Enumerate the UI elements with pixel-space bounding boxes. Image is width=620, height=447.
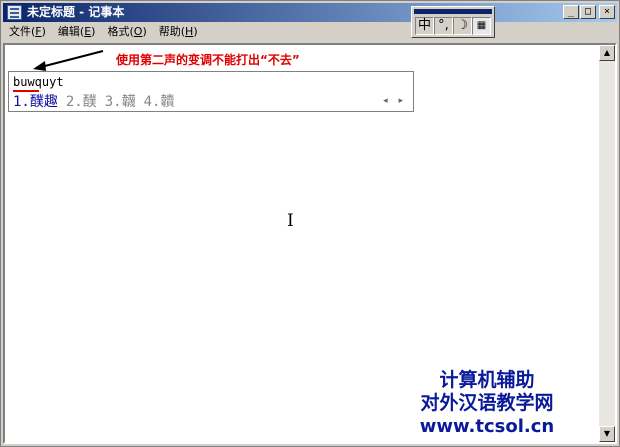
candidate-item-3[interactable]: 3.韤 bbox=[105, 93, 136, 111]
scroll-down-arrow-icon[interactable]: ▼ bbox=[599, 426, 615, 442]
watermark-line-1: 计算机辅助 bbox=[439, 369, 535, 391]
scroll-up-arrow-icon[interactable]: ▲ bbox=[599, 45, 615, 61]
menu-format-accel: O bbox=[133, 25, 143, 38]
composition-string: buwquyt bbox=[13, 75, 64, 89]
candidate-item-1[interactable]: 1.醭趣 bbox=[13, 93, 58, 111]
minimize-button[interactable]: _ bbox=[563, 5, 579, 19]
menu-file-label: 文件 bbox=[9, 25, 31, 38]
menu-edit-accel: E bbox=[84, 25, 92, 38]
menu-edit-label: 编辑 bbox=[57, 25, 80, 38]
title-bar[interactable]: 未定标题 - 记事本 _ □ × bbox=[3, 3, 617, 22]
punctuation-icon[interactable]: °, bbox=[434, 17, 453, 35]
menu-bar: 文件(F) 编辑(E) 格式(O) 帮助(H) bbox=[3, 23, 617, 41]
candidate-page-arrows-icon[interactable]: ◂ ▸ bbox=[383, 96, 407, 106]
candidate-item-2[interactable]: 2.醭 bbox=[66, 93, 97, 111]
menu-help[interactable]: 帮助(H) bbox=[153, 23, 204, 41]
soft-keyboard-icon[interactable]: ▦ bbox=[472, 17, 491, 35]
annotation-text: 使用第二声的变调不能打出“不去” bbox=[116, 53, 300, 67]
ime-drag-handle[interactable] bbox=[414, 9, 492, 14]
window-controls: _ □ × bbox=[562, 5, 615, 19]
ime-cells: 中 °, ☽ ▦ bbox=[415, 17, 491, 35]
menu-format-label: 格式 bbox=[107, 25, 130, 38]
notepad-icon[interactable] bbox=[7, 5, 22, 20]
menu-file-accel: F bbox=[35, 25, 42, 38]
close-button[interactable]: × bbox=[599, 5, 615, 19]
composition-underline bbox=[13, 90, 39, 92]
vertical-scrollbar[interactable]: ▲ ▼ bbox=[599, 45, 615, 442]
candidate-list: 1.醭趣 2.醭 3.韤 4.韥 bbox=[13, 93, 182, 111]
watermark-url: www.tcsol.cn bbox=[419, 416, 555, 437]
half-width-icon[interactable]: ☽ bbox=[453, 17, 472, 35]
ime-status-bar[interactable]: 中 °, ☽ ▦ bbox=[411, 6, 495, 38]
candidate-item-4[interactable]: 4.韥 bbox=[144, 93, 175, 111]
watermark-line-2: 对外汉语教学网 bbox=[420, 392, 554, 414]
menu-edit[interactable]: 编辑(E) bbox=[52, 23, 102, 41]
menu-format[interactable]: 格式(O) bbox=[101, 23, 152, 41]
maximize-button[interactable]: □ bbox=[580, 5, 596, 19]
notepad-window: 未定标题 - 记事本 _ □ × 文件(F) 编辑(E) 格式(O) 帮助(H)… bbox=[0, 0, 620, 447]
ime-candidate-window: buwquyt 1.醭趣 2.醭 3.韤 4.韥 ◂ ▸ bbox=[8, 71, 414, 112]
menu-help-label: 帮助 bbox=[158, 25, 181, 38]
menu-help-accel: H bbox=[185, 25, 194, 38]
ibeam-cursor-icon: I bbox=[287, 211, 294, 231]
window-title: 未定标题 - 记事本 bbox=[27, 5, 125, 19]
ime-mode-toggle[interactable]: 中 bbox=[415, 17, 434, 35]
watermark: 计算机辅助 对外汉语教学网 www.tcsol.cn bbox=[397, 369, 577, 438]
menu-file[interactable]: 文件(F) bbox=[3, 23, 52, 41]
